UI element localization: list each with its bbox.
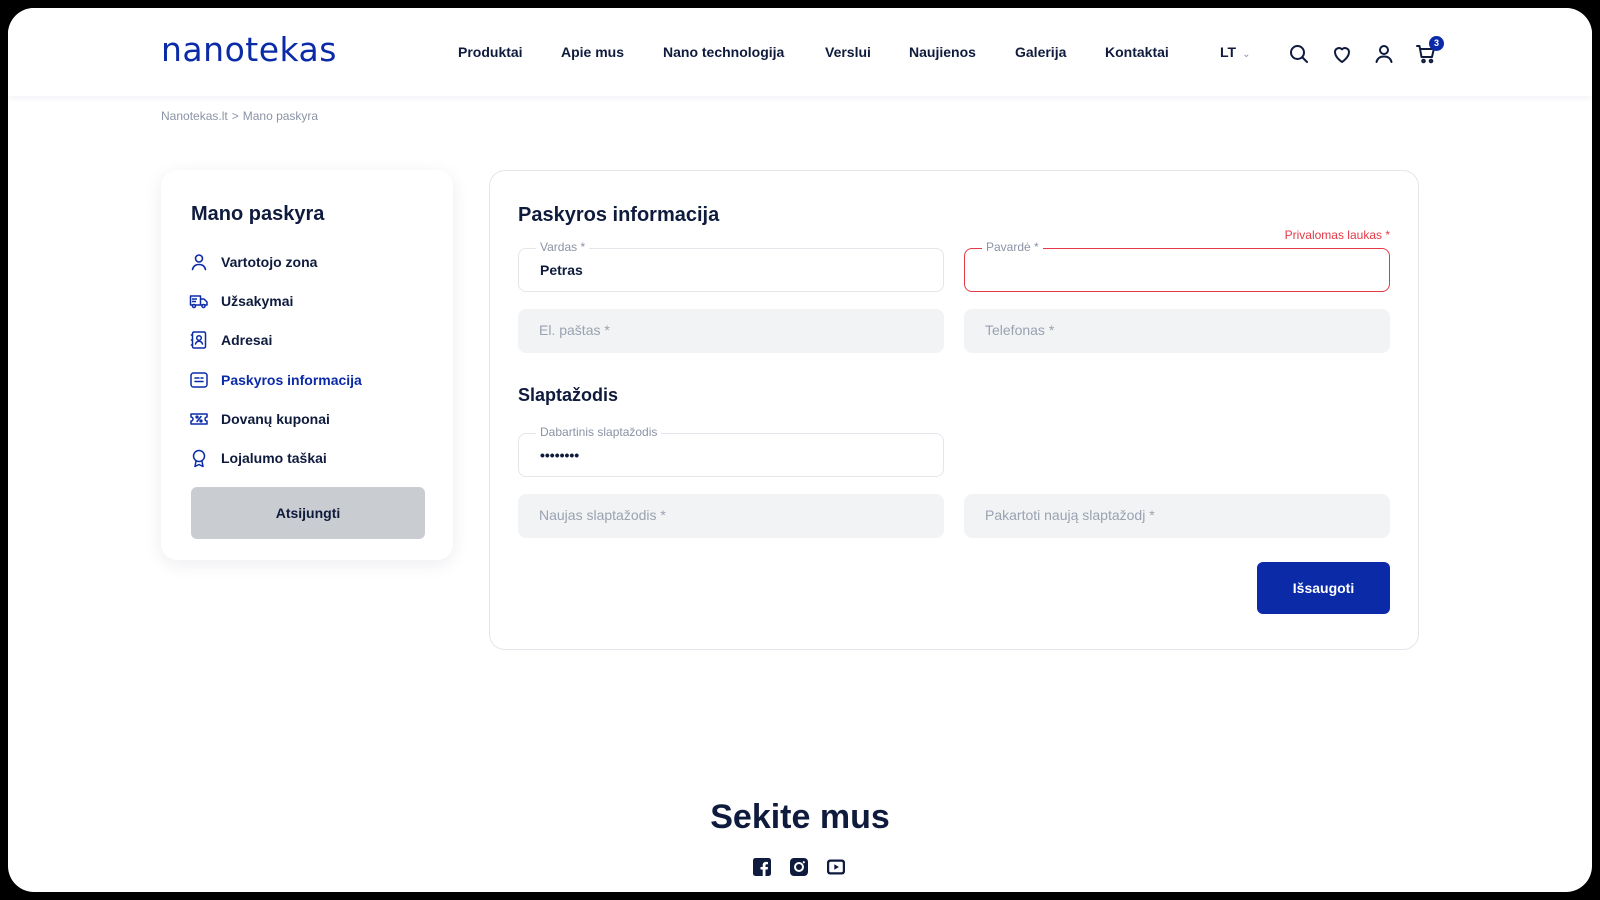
last-name-field[interactable]: Pavardė *: [964, 240, 1390, 292]
language-label: LT: [1220, 44, 1237, 60]
new-password-placeholder: Naujas slaptažodis *: [539, 507, 666, 523]
cart-icon[interactable]: 3: [1414, 36, 1444, 66]
nav-item-naujienos[interactable]: Naujienos: [909, 44, 976, 60]
nav-item-verslui[interactable]: Verslui: [825, 44, 871, 60]
user-icon[interactable]: [1372, 42, 1396, 66]
browser-frame: nanotekas Produktai Apie mus Nano techno…: [8, 8, 1592, 892]
sidebar-title: Mano paskyra: [191, 203, 325, 225]
award-icon: [189, 448, 209, 468]
phone-placeholder: Telefonas *: [985, 322, 1055, 338]
nav-item-nano-technologija[interactable]: Nano technologija: [663, 44, 784, 60]
breadcrumb-current: Mano paskyra: [242, 109, 319, 123]
sidebar-item-adresai[interactable]: Adresai: [189, 321, 362, 360]
sidebar-item-paskyros-informacija[interactable]: Paskyros informacija: [189, 360, 362, 399]
account-info-card: Paskyros informacija Privalomas laukas *…: [489, 170, 1419, 650]
account-sidebar: Mano paskyra Vartotojo zona Užsakymai Ad…: [161, 170, 453, 560]
repeat-password-field[interactable]: Pakartoti naują slaptažodj *: [964, 494, 1390, 538]
breadcrumb-home-link[interactable]: Nanotekas.lt: [161, 109, 228, 123]
save-button[interactable]: Išsaugoti: [1257, 562, 1390, 614]
sidebar-item-label: Dovanų kuponai: [221, 410, 330, 427]
email-field[interactable]: El. paštas *: [518, 309, 944, 353]
site-header: nanotekas Produktai Apie mus Nano techno…: [8, 8, 1592, 96]
breadcrumb-separator: >: [231, 109, 239, 123]
youtube-icon[interactable]: [826, 857, 846, 877]
first-name-value: Petras: [540, 262, 583, 278]
sidebar-item-dovanu-kuponai[interactable]: Dovanų kuponai: [189, 399, 362, 438]
nav-item-kontaktai[interactable]: Kontaktai: [1105, 44, 1169, 60]
chevron-down-icon: ⌄: [1242, 49, 1251, 60]
sidebar-item-label: Adresai: [221, 332, 273, 349]
last-name-label: Pavardė *: [982, 240, 1043, 254]
social-links: [752, 857, 846, 877]
breadcrumb: Nanotekas.lt > Mano paskyra: [161, 109, 318, 123]
last-name-error: Privalomas laukas *: [1284, 228, 1390, 242]
follow-us-title: Sekite mus: [710, 798, 890, 836]
search-icon[interactable]: [1287, 42, 1311, 66]
email-placeholder: El. paštas *: [539, 322, 610, 338]
heart-icon[interactable]: [1330, 42, 1354, 66]
sidebar-item-label: Vartotojo zona: [221, 253, 318, 270]
first-name-field[interactable]: Vardas * Petras: [518, 240, 944, 292]
sidebar-item-label: Lojalumo taškai: [221, 450, 327, 467]
sidebar-item-label: Paskyros informacija: [221, 371, 362, 388]
phone-field[interactable]: Telefonas *: [964, 309, 1390, 353]
coupon-icon: [189, 409, 209, 429]
first-name-label: Vardas *: [536, 240, 590, 254]
nav-item-galerija[interactable]: Galerija: [1015, 44, 1066, 60]
user-icon: [189, 252, 209, 272]
nav-item-produktai[interactable]: Produktai: [458, 44, 523, 60]
repeat-password-placeholder: Pakartoti naują slaptažodj *: [985, 507, 1155, 523]
current-password-value: ••••••••: [540, 447, 580, 463]
sidebar-menu: Vartotojo zona Užsakymai Adresai Paskyro…: [189, 242, 362, 478]
sidebar-item-vartotojo-zona[interactable]: Vartotojo zona: [189, 242, 362, 281]
truck-icon: [189, 291, 209, 311]
new-password-field[interactable]: Naujas slaptažodis *: [518, 494, 944, 538]
sidebar-item-label: Užsakymai: [221, 292, 294, 309]
site-logo[interactable]: nanotekas: [161, 30, 337, 69]
instagram-icon[interactable]: [789, 857, 809, 877]
cart-count-badge: 3: [1429, 36, 1444, 51]
id-card-icon: [189, 370, 209, 390]
account-info-title: Paskyros informacija: [518, 204, 720, 226]
sidebar-item-uzsakymai[interactable]: Užsakymai: [189, 281, 362, 320]
facebook-icon[interactable]: [752, 857, 772, 877]
current-password-label: Dabartinis slaptažodis: [536, 425, 662, 439]
nav-item-apie-mus[interactable]: Apie mus: [561, 44, 624, 60]
language-selector[interactable]: LT ⌄: [1220, 44, 1250, 60]
password-section-title: Slaptažodis: [518, 385, 619, 405]
logout-button[interactable]: Atsijungti: [191, 487, 425, 539]
sidebar-item-lojalumo-taskai[interactable]: Lojalumo taškai: [189, 438, 362, 477]
current-password-field[interactable]: Dabartinis slaptažodis ••••••••: [518, 425, 944, 477]
contact-book-icon: [189, 330, 209, 350]
